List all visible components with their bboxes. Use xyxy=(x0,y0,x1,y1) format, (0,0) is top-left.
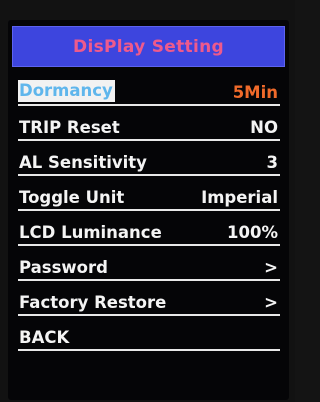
password-label: Password xyxy=(19,257,108,277)
menu-item-lcd-luminance[interactable]: LCD Luminance 100% xyxy=(18,212,280,246)
page-title: DisPlay Setting xyxy=(73,36,224,57)
device-frame: DisPlay Setting Dormancy 5Min TRIP Reset… xyxy=(0,0,295,402)
menu-item-toggle-unit[interactable]: Toggle Unit Imperial xyxy=(18,177,280,211)
lcd-luminance-label: LCD Luminance xyxy=(19,222,162,242)
chevron-right-icon: > xyxy=(264,257,278,277)
display-screen: DisPlay Setting Dormancy 5Min TRIP Reset… xyxy=(8,20,289,400)
al-sensitivity-label: AL Sensitivity xyxy=(19,152,147,172)
trip-reset-value: NO xyxy=(250,117,278,137)
title-bar: DisPlay Setting xyxy=(12,26,285,67)
menu-item-back[interactable]: BACK xyxy=(18,317,280,351)
menu-item-factory-restore[interactable]: Factory Restore > xyxy=(18,282,280,316)
trip-reset-label: TRIP Reset xyxy=(19,117,120,137)
menu-item-trip-reset[interactable]: TRIP Reset NO xyxy=(18,107,280,141)
menu-item-al-sensitivity[interactable]: AL Sensitivity 3 xyxy=(18,142,280,176)
al-sensitivity-value: 3 xyxy=(266,152,278,172)
chevron-right-icon: > xyxy=(264,292,278,312)
toggle-unit-label: Toggle Unit xyxy=(19,187,125,207)
lcd-luminance-value: 100% xyxy=(227,222,278,242)
menu-item-password[interactable]: Password > xyxy=(18,247,280,281)
back-label: BACK xyxy=(19,327,70,347)
dormancy-label: Dormancy xyxy=(18,80,115,102)
factory-restore-label: Factory Restore xyxy=(19,292,167,312)
menu-item-dormancy[interactable]: Dormancy 5Min xyxy=(18,72,280,106)
toggle-unit-value: Imperial xyxy=(201,187,278,207)
dormancy-value: 5Min xyxy=(232,82,278,102)
